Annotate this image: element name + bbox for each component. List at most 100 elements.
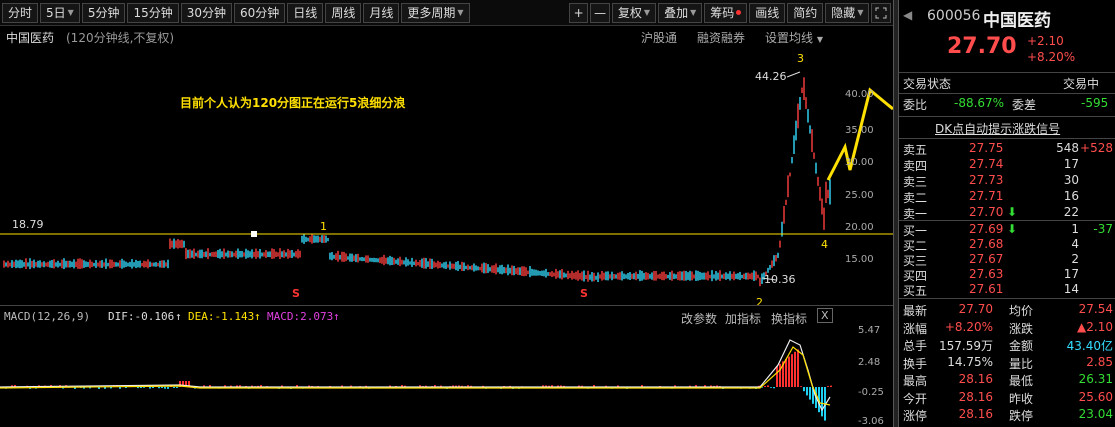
period-5day[interactable]: 5日 ▼ <box>40 2 80 23</box>
bid-price: 27.67 <box>969 252 1004 266</box>
stat-value: 28.16 <box>958 389 993 404</box>
stat-value: ▲2.10 <box>1077 319 1113 334</box>
bid-price: 27.69 <box>969 222 1004 236</box>
bid-price: 27.68 <box>969 237 1004 251</box>
prev-stock-icon[interactable]: ◀ <box>903 8 912 22</box>
period-60min[interactable]: 60分钟 <box>234 2 286 23</box>
quote-panel: ◀ 600056 中国医药 27.70 +2.10 +8.20% 交易状态 交易… <box>899 0 1115 427</box>
macd-header: MACD(12,26,9) DIF:-0.106 ↑ DEA:-1.143 ↑ … <box>0 305 893 326</box>
macd-bar <box>785 359 787 387</box>
macd-bar <box>149 387 151 389</box>
period-month[interactable]: 月线 <box>363 2 400 23</box>
macd-bar <box>176 387 178 388</box>
hide-button[interactable]: 隐藏 ▼ <box>825 2 870 23</box>
down-arrow-icon: ⬇ <box>1007 222 1018 236</box>
toolbar: 分时 5日 ▼ 5分钟 15分钟 30分钟 60分钟 日线 周线 月线 更多周期 ▼… <box>0 0 893 26</box>
period-30min[interactable]: 30分钟 <box>180 2 233 23</box>
macd-bar <box>821 387 823 417</box>
dropdown-arrow-icon: ▼ <box>457 8 464 17</box>
bid-volume: 17 <box>1063 267 1079 281</box>
macd-bar <box>794 351 796 387</box>
stat-value: 28.16 <box>958 372 993 386</box>
margin-trading-link[interactable]: 融资融券 <box>697 29 745 46</box>
macd-bar <box>800 386 802 387</box>
macd-bar <box>143 387 145 388</box>
stat-value: 26.31 <box>1078 372 1113 386</box>
sell-signal-mark: S <box>580 287 588 300</box>
ask-price: 27.71 <box>969 189 1004 203</box>
macd-bar <box>797 349 799 387</box>
macd-bar <box>137 387 139 389</box>
ask-volume: 22 <box>1063 205 1079 219</box>
stats-row: 今开 28.16 昨收 25.60 <box>899 390 1115 406</box>
bid-volume: 1 <box>1071 222 1079 236</box>
kline-chart[interactable]: 18.79 目前个人认为120分图正在运行5浪细分浪 44.26 10.36 1… <box>0 45 893 305</box>
ma-setting-button[interactable]: 设置均线 ▼ <box>765 29 823 46</box>
bid-row: 买三 27.67 2 <box>899 252 1115 268</box>
period-week[interactable]: 周线 <box>325 2 362 23</box>
period-timeshare[interactable]: 分时 <box>2 2 39 23</box>
macd-bar <box>809 387 811 400</box>
bid-price: 27.63 <box>969 267 1004 281</box>
adjust-button[interactable]: 复权 ▼ <box>611 2 657 23</box>
macd-bar <box>140 387 142 389</box>
stat-value: +8.20% <box>944 319 993 334</box>
low-price-label: 10.36 <box>764 273 796 286</box>
ask-volume: 548 <box>1056 141 1079 155</box>
ask-volume: 30 <box>1063 173 1079 187</box>
y-tick-30: 30.00 <box>845 157 874 168</box>
dk-signal-link[interactable]: DK点自动提示涨跌信号 <box>935 120 1060 137</box>
line-handle[interactable] <box>251 231 257 237</box>
stats-row: 涨幅 +8.20% 涨跌 ▲2.10 <box>899 320 1115 336</box>
period-5min[interactable]: 5分钟 <box>81 2 126 23</box>
period-15min[interactable]: 15分钟 <box>127 2 179 23</box>
up-arrow-icon: ↑ <box>254 310 261 323</box>
stat-label: 金额 <box>1009 339 1034 353</box>
wave-label-3: 3 <box>797 52 804 65</box>
bid-row: 买一 27.69 1 -37 ⬇ <box>899 222 1115 238</box>
down-arrow-icon: ⬇ <box>1007 205 1018 219</box>
stat-value: 27.70 <box>958 302 993 316</box>
fullscreen-icon[interactable] <box>871 2 891 23</box>
period-day[interactable]: 日线 <box>287 2 324 23</box>
macd-bar <box>164 387 166 389</box>
macd-dif: DIF:-0.106 <box>108 310 175 323</box>
chips-button[interactable]: 筹码 <box>704 2 748 23</box>
hk-connect-link[interactable]: 沪股通 <box>641 29 677 46</box>
y-tick-35: 35.00 <box>845 125 874 136</box>
wave-label-2: 2 <box>756 296 763 305</box>
macd-bar <box>779 363 781 387</box>
zoom-out-button[interactable]: — <box>590 2 610 23</box>
macd-bar <box>788 356 790 387</box>
dropdown-arrow-icon: ▼ <box>643 8 651 17</box>
ask-label: 卖三 <box>903 175 928 189</box>
close-indicator-button[interactable]: X <box>817 308 833 323</box>
dropdown-arrow-icon: ▼ <box>690 8 697 17</box>
stat-value: 157.59万 <box>939 339 993 353</box>
dropdown-arrow-icon: ▼ <box>67 8 74 17</box>
stat-label: 最低 <box>1009 374 1034 388</box>
simple-button[interactable]: 简约 <box>787 2 824 23</box>
bid-row: 买四 27.63 17 <box>899 267 1115 283</box>
ask-row: 卖二 27.71 16 <box>899 189 1115 205</box>
stat-value: 14.75% <box>947 354 993 369</box>
draw-line-button[interactable]: 画线 <box>749 2 786 23</box>
wb-value: -88.67% <box>954 96 1005 110</box>
stat-label: 涨幅 <box>903 321 928 336</box>
macd-y-tick: -3.06 <box>858 416 884 427</box>
stats-row: 换手 14.75% 量比 2.85 <box>899 355 1115 371</box>
ask-price: 27.73 <box>969 173 1004 187</box>
stat-label: 涨停 <box>903 409 928 423</box>
macd-y-tick: 5.47 <box>858 325 880 336</box>
sell-signal-mark: S <box>292 287 300 300</box>
stats-row: 总手 157.59万 金额 43.40亿 <box>899 337 1115 353</box>
stat-label: 今开 <box>903 391 928 406</box>
period-more[interactable]: 更多周期 ▼ <box>401 2 470 23</box>
ask-volume: 17 <box>1063 157 1079 171</box>
macd-bar <box>158 387 160 389</box>
dropdown-arrow-icon: ▼ <box>857 8 864 17</box>
macd-bar <box>173 387 175 388</box>
macd-y-tick: -0.25 <box>858 387 884 398</box>
overlay-button[interactable]: 叠加 ▼ <box>658 2 703 23</box>
zoom-in-button[interactable]: + <box>568 2 589 23</box>
